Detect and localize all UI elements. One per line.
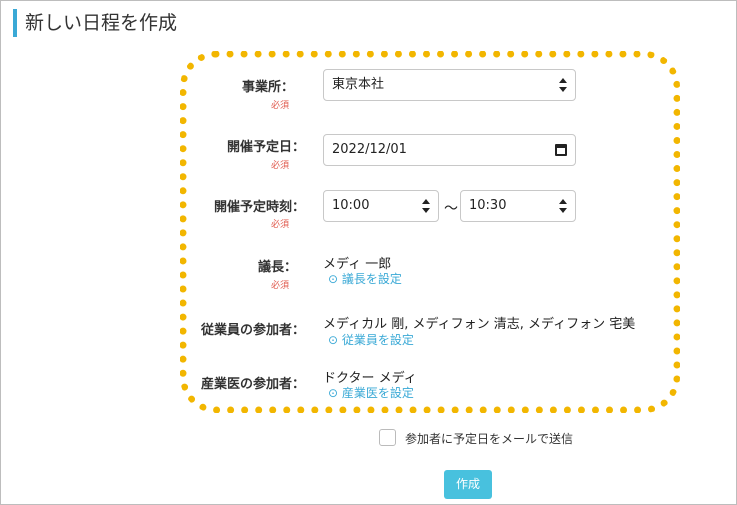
date-input-value: 2022/12/01 (332, 142, 407, 157)
updown-arrows-icon (559, 199, 567, 213)
doctor-label: 産業医の参加者： (201, 377, 306, 392)
time-range-separator: ～ (444, 201, 458, 217)
date-label: 開催予定日： (227, 140, 306, 155)
end-time-select[interactable]: 10:30 (460, 190, 576, 222)
set-employees-link[interactable]: ⊙ 従業員を設定 (328, 331, 414, 348)
notify-checkbox[interactable] (379, 429, 396, 446)
calendar-icon[interactable] (555, 144, 567, 156)
set-doctor-link[interactable]: ⊙ 産業医を設定 (328, 384, 414, 401)
highlight-frame (180, 51, 680, 413)
date-required-badge: 必須 (271, 161, 290, 171)
office-label: 事業所： (242, 80, 295, 95)
end-time-value: 10:30 (469, 198, 507, 213)
office-select[interactable]: 東京本社 (323, 69, 576, 101)
employees-value: メディカル 剛, メディフォン 清志, メディフォン 宅美 (323, 317, 636, 332)
chair-required-badge: 必須 (271, 281, 290, 291)
date-input[interactable]: 2022/12/01 (323, 134, 576, 166)
set-chair-link[interactable]: ⊙ 議長を設定 (328, 270, 402, 287)
page-title: 新しい日程を作成 (13, 9, 177, 37)
office-select-value: 東京本社 (332, 77, 385, 92)
page-frame: 新しい日程を作成 事業所： 必須 東京本社 開催予定日： 必須 2022/12/… (0, 0, 737, 505)
chair-label: 議長： (258, 260, 298, 275)
employees-label: 従業員の参加者： (201, 323, 306, 338)
create-button[interactable]: 作成 (444, 470, 492, 499)
office-required-badge: 必須 (271, 101, 290, 111)
time-required-badge: 必須 (271, 220, 290, 230)
updown-arrows-icon (559, 78, 567, 92)
start-time-value: 10:00 (332, 198, 370, 213)
updown-arrows-icon (422, 199, 430, 213)
time-label: 開催予定時刻： (214, 200, 306, 215)
start-time-select[interactable]: 10:00 (323, 190, 439, 222)
notify-checkbox-label[interactable]: 参加者に予定日をメールで送信 (405, 430, 573, 447)
